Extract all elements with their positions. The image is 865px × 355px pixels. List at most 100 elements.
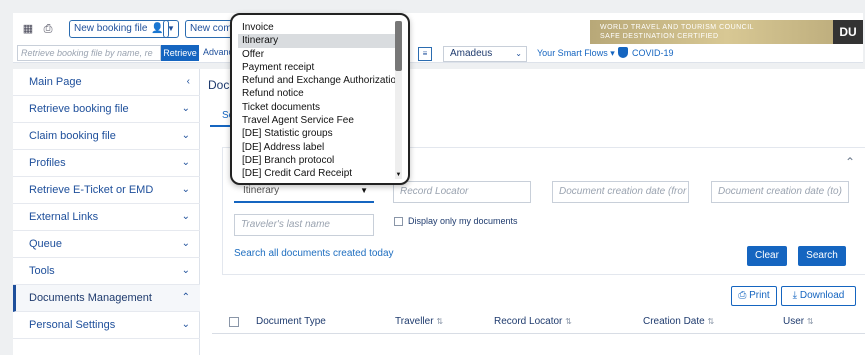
download-label: Download [799, 290, 845, 301]
results-table-header: Document Type Traveller ⇅ Record Locator… [212, 312, 865, 334]
scroll-down-arrow-icon[interactable]: ▼ [395, 171, 402, 179]
doc-date-to-input[interactable]: Document creation date (to) [711, 181, 849, 203]
chevron-up-icon: ⌃ [181, 292, 190, 303]
search-button[interactable]: Search [798, 246, 846, 266]
banner-text: WORLD TRAVEL AND TOURISM COUNCIL SAFE DE… [600, 24, 755, 40]
dropdown-option-address-label[interactable]: [DE] Address label [238, 141, 398, 154]
chevron-down-icon: ⌄ [181, 211, 190, 222]
column-traveller[interactable]: Traveller ⇅ [395, 316, 443, 327]
dropdown-option-statistic-groups[interactable]: [DE] Statistic groups [238, 127, 398, 140]
download-button[interactable]: ⤓ Download [781, 286, 856, 306]
sidebar-item-label: Tools [29, 265, 55, 277]
brand-logo: DU [833, 20, 863, 44]
sidebar-item-tools[interactable]: Tools ⌄ [13, 258, 200, 285]
sidebar-item-retrieve-eticket[interactable]: Retrieve E-Ticket or EMD ⌄ [13, 177, 200, 204]
covid-label: COVID-19 [632, 47, 674, 58]
sort-icon: ⇅ [806, 317, 814, 326]
sort-icon: ⇅ [436, 317, 444, 326]
dropdown-option-ticket-documents[interactable]: Ticket documents [238, 101, 398, 114]
sidebar-item-retrieve-booking-file[interactable]: Retrieve booking file ⌄ [13, 96, 200, 123]
gds-selected-value: Amadeus [450, 48, 493, 59]
printer-icon: ⎙ [738, 290, 747, 301]
clear-button[interactable]: Clear [747, 246, 787, 266]
chevron-left-icon: ‹ [186, 76, 190, 87]
retrieve-button[interactable]: Retrieve [161, 45, 199, 61]
display-only-mine[interactable]: Display only my documents [394, 216, 518, 226]
dropdown-option-refund-notice[interactable]: Refund notice [238, 87, 398, 100]
chevron-down-icon: ⌄ [181, 265, 190, 276]
print-button[interactable]: ⎙ Print [731, 286, 777, 306]
dropdown-option-itinerary[interactable]: Itinerary [238, 34, 398, 48]
sidebar-item-label: Queue [29, 238, 63, 250]
display-only-mine-label: Display only my documents [408, 216, 518, 226]
record-locator-input[interactable]: Record Locator [393, 181, 531, 203]
sort-icon: ⇅ [707, 317, 715, 326]
chevron-down-icon: ⌄ [181, 103, 190, 114]
retrieve-booking-input[interactable]: Retrieve booking file by name, re [17, 45, 161, 61]
chevron-down-icon: ⌄ [181, 157, 190, 168]
sidebar-item-claim-booking-file[interactable]: Claim booking file ⌄ [13, 123, 200, 150]
dropdown-option-invoice[interactable]: Invoice [238, 21, 398, 34]
document-type-value: Itinerary [243, 185, 280, 196]
gds-toggle[interactable]: ≡ [418, 47, 432, 61]
shield-icon [618, 47, 628, 58]
search-today-link[interactable]: Search all documents created today [234, 248, 394, 259]
gds-select[interactable]: Amadeus ⌄ [443, 46, 527, 62]
advanced-link[interactable]: Advanc [203, 47, 233, 57]
sidebar-item-label: Claim booking file [29, 130, 116, 142]
dropdown-option-refund-exchange[interactable]: Refund and Exchange Authorization [238, 74, 398, 87]
print-label: Print [749, 290, 770, 301]
column-user[interactable]: User ⇅ [783, 316, 814, 327]
column-label: User [783, 316, 805, 327]
user-icon: 👤 [151, 23, 164, 34]
sidebar-item-label: Profiles [29, 157, 66, 169]
sidebar-item-label: Personal Settings [29, 319, 116, 331]
sidebar-item-main-page[interactable]: Main Page ‹ [13, 69, 200, 96]
printer-icon[interactable]: ⎙ [41, 22, 55, 36]
chevron-down-icon: ⌄ [181, 319, 190, 330]
sidebar-item-documents-management[interactable]: Documents Management ⌃ [13, 285, 200, 312]
display-only-mine-checkbox[interactable] [394, 216, 403, 226]
dropdown-option-credit-card-receipt[interactable]: [DE] Credit Card Receipt [238, 167, 398, 180]
column-document-type[interactable]: Document Type [256, 316, 326, 327]
dropdown-option-payment-receipt[interactable]: Payment receipt [238, 61, 398, 74]
scrollbar-thumb[interactable] [395, 21, 402, 71]
sidebar-item-queue[interactable]: Queue ⌄ [13, 231, 200, 258]
covid-link[interactable]: COVID-19 [618, 47, 674, 58]
document-type-dropdown[interactable]: Invoice Itinerary Offer Payment receipt … [230, 13, 410, 185]
column-label: Creation Date [643, 316, 705, 327]
sidebar-item-profiles[interactable]: Profiles ⌄ [13, 150, 200, 177]
new-booking-button[interactable]: New booking file 👤 [69, 20, 169, 38]
sort-icon: ⇅ [565, 317, 572, 326]
column-label: Record Locator [494, 316, 563, 327]
chevron-down-icon: ⌄ [181, 184, 190, 195]
sidebar-item-external-links[interactable]: External Links ⌄ [13, 204, 200, 231]
doc-date-from-input[interactable]: Document creation date (fror [552, 181, 689, 203]
dropdown-option-branch-protocol[interactable]: [DE] Branch protocol [238, 154, 398, 167]
app-window: ▦ ⎙ New booking file 👤 ▼ New comm Retrie… [0, 0, 865, 355]
wttc-banner: WORLD TRAVEL AND TOURISM COUNCIL SAFE DE… [590, 20, 863, 44]
dropdown-option-offer[interactable]: Offer [238, 48, 398, 61]
chevron-down-icon: ⌄ [181, 238, 190, 249]
column-record-locator[interactable]: Record Locator ⇅ [494, 316, 572, 327]
sidebar-item-label: Retrieve booking file [29, 103, 129, 115]
sidebar-item-label: Documents Management [29, 292, 152, 304]
sidebar-item-label: Retrieve E-Ticket or EMD [29, 184, 154, 196]
dropdown-option-service-fee[interactable]: Travel Agent Service Fee [238, 114, 398, 127]
calendar-icon[interactable]: ▦ [21, 22, 35, 36]
chevron-down-icon: ⌄ [181, 130, 190, 141]
sidebar-item-personal-settings[interactable]: Personal Settings ⌄ [13, 312, 200, 339]
column-creation-date[interactable]: Creation Date ⇅ [643, 316, 714, 327]
select-all-checkbox[interactable] [229, 317, 239, 327]
sidebar: Main Page ‹ Retrieve booking file ⌄ Claim … [13, 69, 200, 355]
new-comm-button[interactable]: New comm [185, 20, 233, 38]
smart-flows-menu[interactable]: Your Smart Flows ▾ [537, 48, 615, 59]
collapse-icon[interactable]: ⌃ [845, 155, 855, 169]
new-booking-caret[interactable]: ▼ [163, 20, 179, 38]
sidebar-item-label: External Links [29, 211, 99, 223]
top-toolbar: ▦ ⎙ New booking file 👤 ▼ New comm Retrie… [13, 13, 863, 63]
new-booking-label: New booking file [74, 23, 148, 34]
dropdown-scrollbar[interactable]: ▼ [395, 21, 402, 179]
dropdown-options: Invoice Itinerary Offer Payment receipt … [238, 21, 398, 181]
traveler-last-name-input[interactable]: Traveler's last name [234, 214, 374, 236]
